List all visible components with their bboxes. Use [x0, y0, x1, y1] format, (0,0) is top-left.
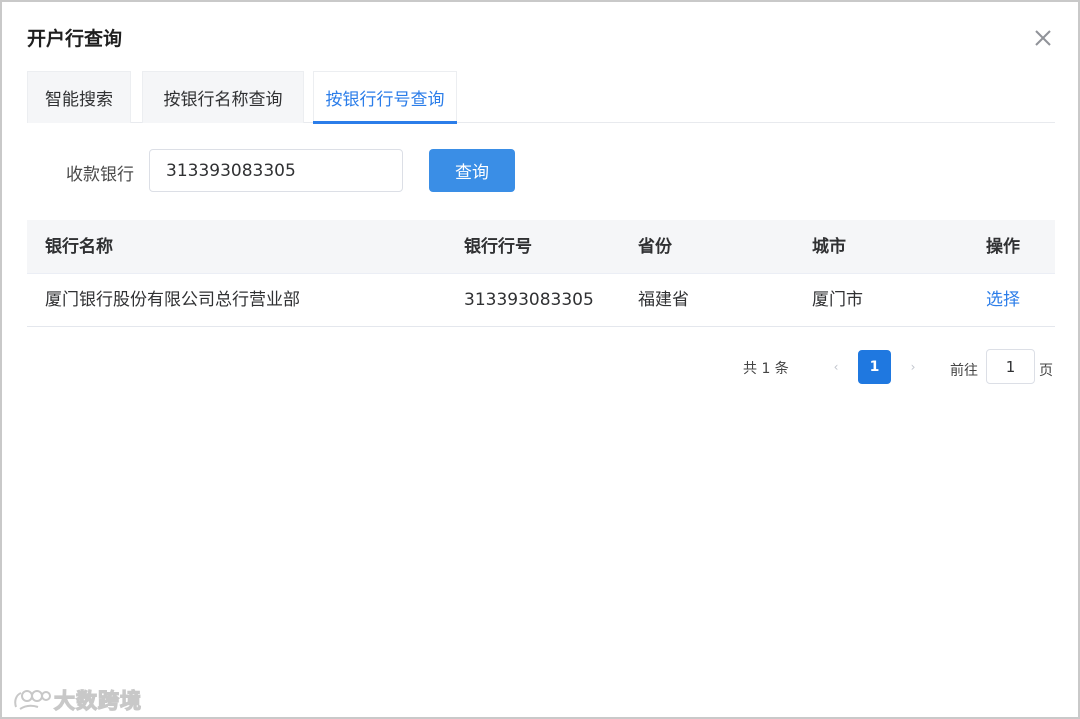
cell-bank-code: 313393083305	[464, 290, 594, 310]
tab-bar: 智能搜索 按银行名称查询 按银行行号查询	[27, 71, 1055, 124]
column-header-bank-name: 银行名称	[45, 237, 113, 257]
page-unit-label: 页	[1039, 363, 1053, 379]
watermark-text: 大数跨境	[53, 688, 142, 713]
table-header: 银行名称 银行行号 省份 城市 操作	[27, 220, 1055, 274]
payee-bank-label: 收款银行	[66, 165, 134, 185]
tab-by-bank-name[interactable]: 按银行名称查询	[142, 71, 304, 123]
next-page-icon[interactable]: ›	[906, 360, 920, 374]
column-header-action: 操作	[986, 237, 1020, 257]
column-header-city: 城市	[812, 237, 846, 257]
goto-page-input[interactable]	[986, 349, 1035, 384]
cell-province: 福建省	[638, 290, 689, 310]
bank-query-dialog: 开户行查询 智能搜索 按银行名称查询 按银行行号查询 收款银行 查询 银行名称 …	[0, 0, 1080, 719]
dialog-title: 开户行查询	[27, 28, 123, 50]
prev-page-icon[interactable]: ‹	[829, 360, 843, 374]
cell-bank-name: 厦门银行股份有限公司总行营业部	[45, 290, 300, 310]
watermark: 大数跨境	[12, 686, 142, 714]
table-row: 厦门银行股份有限公司总行营业部 313393083305 福建省 厦门市 选择	[27, 274, 1055, 327]
goto-label: 前往	[950, 363, 978, 379]
column-header-province: 省份	[638, 237, 672, 257]
select-link[interactable]: 选择	[986, 274, 1020, 327]
close-icon[interactable]	[1032, 27, 1054, 49]
column-header-bank-code: 银行行号	[464, 237, 532, 257]
tab-smart-search[interactable]: 智能搜索	[27, 71, 131, 123]
watermark-logo-icon	[14, 690, 51, 710]
bank-code-input[interactable]	[149, 149, 403, 192]
tab-by-bank-code[interactable]: 按银行行号查询	[313, 71, 457, 124]
cell-city: 厦门市	[812, 290, 863, 310]
pagination-total: 共 1 条	[743, 361, 789, 377]
query-button[interactable]: 查询	[429, 149, 515, 192]
results-table: 银行名称 银行行号 省份 城市 操作 厦门银行股份有限公司总行营业部 31339…	[27, 220, 1055, 327]
page-number-current[interactable]: 1	[858, 350, 891, 384]
